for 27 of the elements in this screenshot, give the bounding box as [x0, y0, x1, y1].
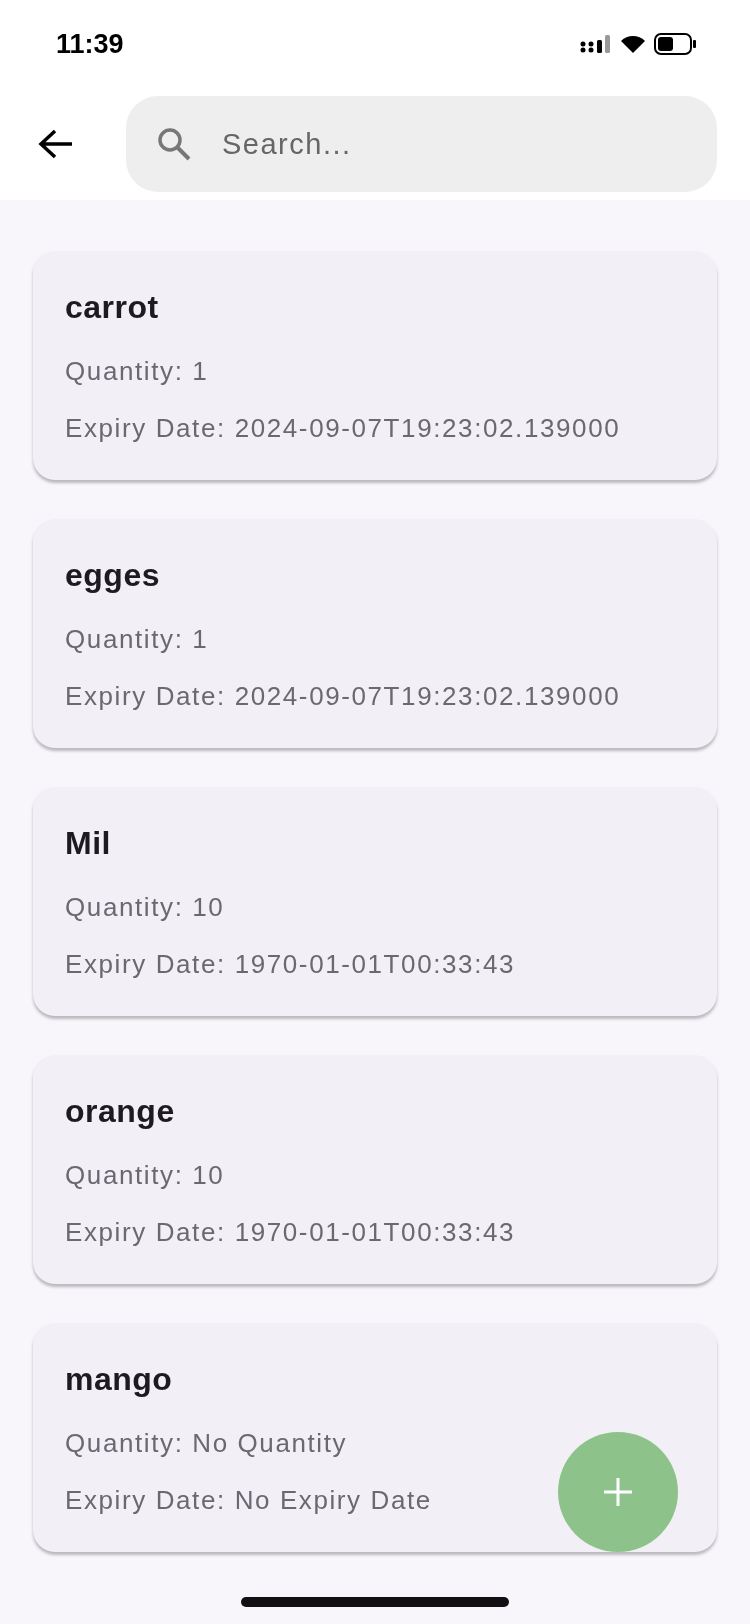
status-time: 11:39: [56, 28, 124, 60]
item-expiry-date: Expiry Date: 1970-01-01T00:33:43: [65, 1217, 516, 1248]
back-arrow-icon[interactable]: [38, 128, 74, 160]
search-field[interactable]: Search...: [126, 96, 717, 192]
item-name: Mil: [65, 825, 111, 863]
plus-icon: [603, 1477, 633, 1507]
item-card[interactable]: Mil Quantity: 10 Expiry Date: 1970-01-01T00:33:43: [33, 787, 717, 1016]
item-expiry-date: Expiry Date: No Expiry Date: [65, 1485, 432, 1516]
item-card[interactable]: carrot Quantity: 1 Expiry Date: 2024-09-07T19:23:02.139000: [33, 251, 717, 480]
battery-icon: [654, 33, 696, 55]
item-name: carrot: [65, 289, 159, 327]
wifi-icon: [620, 34, 646, 54]
item-quantity: Quantity: No Quantity: [65, 1428, 348, 1459]
item-name: orange: [65, 1093, 175, 1131]
item-quantity: Quantity: 1: [65, 356, 209, 387]
item-card[interactable]: egges Quantity: 1 Expiry Date: 2024-09-07T19:23:02.139000: [33, 519, 717, 748]
item-quantity: Quantity: 10: [65, 892, 225, 923]
item-name: mango: [65, 1361, 173, 1399]
item-card[interactable]: orange Quantity: 10 Expiry Date: 1970-01-01T00:33:43: [33, 1055, 717, 1284]
item-quantity: Quantity: 10: [65, 1160, 225, 1191]
signal-icon: [580, 34, 612, 54]
item-expiry-date: Expiry Date: 1970-01-01T00:33:43: [65, 949, 516, 980]
item-quantity: Quantity: 1: [65, 624, 209, 655]
item-card[interactable]: mango Quantity: No Quantity Expiry Date: No Expiry Date: [33, 1323, 717, 1552]
item-expiry-date: Expiry Date: 2024-09-07T19:23:02.139000: [65, 681, 621, 712]
item-expiry-date: Expiry Date: 2024-09-07T19:23:02.139000: [65, 413, 621, 444]
item-name: egges: [65, 557, 160, 595]
